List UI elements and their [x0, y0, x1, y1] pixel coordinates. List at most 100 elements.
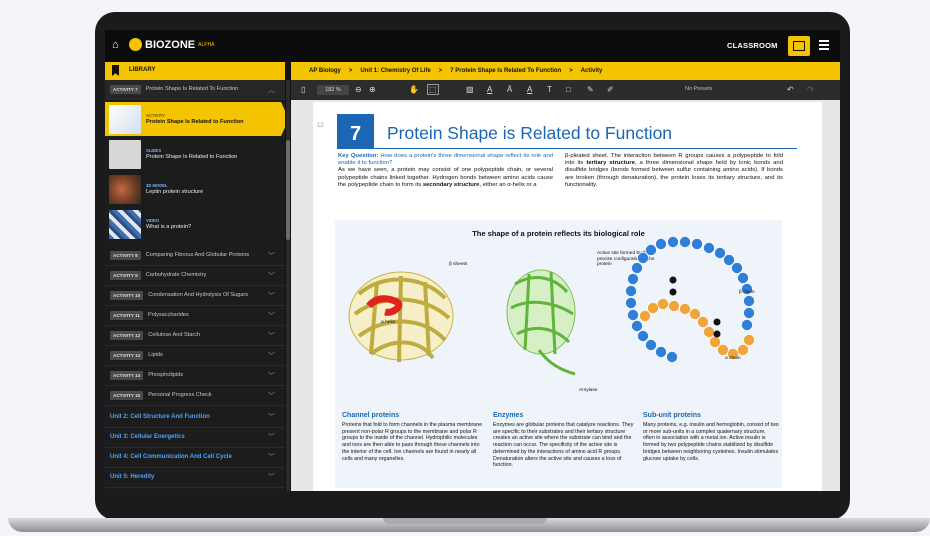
chevron-down-icon[interactable]: ﹀ — [268, 311, 275, 321]
channel-protein-illustration — [348, 271, 454, 363]
eraser-icon[interactable]: ▨ — [466, 84, 474, 95]
zoom-in-icon[interactable]: ⊕ — [369, 84, 376, 95]
unit-title: Unit 5: Heredity — [110, 474, 155, 480]
sidebar-activity-open[interactable]: ACTIVITY 7 Protein Shape Is Related To F… — [105, 80, 285, 100]
intro-right-column: β-pleated sheet. The interaction between… — [565, 153, 783, 189]
app-logo[interactable]: BIOZONE ALPHA — [129, 38, 215, 51]
section-heading: Channel proteins — [342, 412, 400, 419]
scrollbar-thumb[interactable] — [286, 140, 290, 240]
presets-label[interactable]: No Presets — [685, 86, 712, 92]
chevron-down-icon[interactable]: ﹀ — [268, 291, 275, 301]
chevron-down-icon[interactable]: ﹀ — [268, 351, 275, 361]
section-text: Enzymes are globular proteins that catal… — [493, 422, 634, 469]
library-sidebar: ACTIVITY 7 Protein Shape Is Related To F… — [105, 80, 285, 491]
chevron-down-icon[interactable]: ﹀ — [268, 432, 275, 442]
resource-item-activity[interactable]: ACTIVITY Protein Shape Is Related to Fun… — [105, 102, 281, 136]
pen-tool-icon[interactable]: ✎ — [587, 84, 594, 95]
key-question-label: Key Question: — [338, 153, 379, 159]
unit-title: Unit 3: Cellular Energetics — [110, 434, 185, 440]
breadcrumb-course[interactable]: AP Biology — [309, 68, 341, 74]
chevron-down-icon[interactable]: ﹀ — [268, 452, 275, 462]
activity-title: Cellulose And Starch — [148, 332, 201, 339]
hamburger-menu-icon[interactable] — [819, 40, 829, 52]
resource-item-video[interactable]: VIDEO What is a protein? — [105, 207, 281, 241]
undo-icon[interactable]: ↶ — [787, 84, 794, 95]
chevron-down-icon[interactable]: ﹀ — [268, 331, 275, 341]
amylase-illustration — [506, 269, 576, 376]
page-icon[interactable]: ▯ — [301, 84, 305, 95]
unit-title: Unit 4: Cell Communication And Cell Cycl… — [110, 454, 232, 460]
resource-type: 3D MODEL — [146, 183, 168, 188]
activity-title: Condensation And Hydrolysis Of Sugars — [148, 292, 249, 299]
resource-type: SLIDES — [146, 148, 162, 153]
select-tool-icon[interactable]: ⬚ — [427, 84, 439, 95]
activity-title: Polysaccharides — [147, 312, 189, 319]
activity-badge: ACTIVITY 15 — [110, 391, 144, 400]
top-bar: ⌂ BIOZONE ALPHA CLASSROOM — [105, 30, 840, 62]
chevron-down-icon[interactable]: ﹀ — [268, 412, 275, 422]
sidebar-activity-8[interactable]: ACTIVITY 8 Comparing Fibrous And Globula… — [105, 246, 285, 266]
zoom-out-icon[interactable]: ⊖ — [355, 84, 362, 95]
resource-item-3d-model[interactable]: 3D MODEL Leptin protein structure — [105, 172, 281, 206]
chevron-down-icon[interactable]: ﹀ — [268, 251, 275, 261]
resource-type: VIDEO — [146, 218, 160, 223]
app-name: BIOZONE — [145, 38, 196, 51]
beta-sheets-label: β sheets — [449, 262, 468, 267]
chevron-up-icon[interactable]: ︿ — [268, 85, 275, 95]
resource-name: Protein Shape Is Related to Function — [146, 154, 238, 160]
chevron-right-icon: > — [438, 68, 443, 74]
sidebar-unit-5[interactable]: Unit 5: Heredity ﹀ — [105, 467, 285, 488]
text-color-icon[interactable]: A — [487, 84, 492, 95]
text-highlight-icon[interactable]: A — [527, 84, 532, 95]
activity-title: Personal Progress Check — [148, 392, 212, 399]
sidebar-activity-12[interactable]: ACTIVITY 12 Cellulose And Starch ﹀ — [105, 326, 285, 346]
sidebar-activity-11[interactable]: ACTIVITY 11 Polysaccharides ﹀ — [105, 306, 285, 326]
activity-title: Comparing Fibrous And Globular Proteins — [145, 252, 250, 259]
resource-name: Protein Shape Is Related to Function — [146, 119, 244, 125]
redo-icon[interactable]: ↷ — [807, 84, 814, 95]
text-size-icon[interactable]: Ā — [507, 84, 512, 95]
activity-number: 7 — [337, 114, 374, 149]
library-toggle-button[interactable] — [788, 36, 810, 56]
breadcrumb-activity[interactable]: Activity — [581, 68, 603, 74]
model-thumbnail — [109, 174, 141, 204]
insulin-chains-illustration — [625, 236, 755, 363]
classroom-button[interactable]: CLASSROOM — [727, 41, 778, 50]
sidebar-activity-15[interactable]: ACTIVITY 15 Personal Progress Check ﹀ — [105, 386, 285, 406]
resource-name: Leptin protein structure — [146, 189, 204, 195]
library-label: LIBRARY — [129, 67, 156, 73]
section-text: Many proteins, e.g. insulin and hemoglob… — [643, 422, 779, 462]
hand-tool-icon[interactable]: ✋ — [409, 84, 419, 95]
home-icon[interactable]: ⌂ — [112, 39, 124, 51]
chevron-down-icon[interactable]: ﹀ — [268, 472, 275, 482]
sidebar-scrollbar[interactable] — [286, 80, 290, 491]
sidebar-unit-4[interactable]: Unit 4: Cell Communication And Cell Cycl… — [105, 447, 285, 468]
sidebar-unit-3[interactable]: Unit 3: Cellular Energetics ﹀ — [105, 427, 285, 448]
selected-indicator — [281, 102, 285, 136]
sidebar-unit-2[interactable]: Unit 2: Cell Structure And Function ﹀ — [105, 407, 285, 428]
highlighter-icon[interactable]: ✐ — [607, 84, 614, 95]
amylase-label: Amylase — [579, 388, 598, 393]
chevron-down-icon[interactable]: ﹀ — [268, 271, 275, 281]
app-screen: ⌂ BIOZONE ALPHA CLASSROOM LIBRARY AP Bio… — [105, 30, 840, 491]
breadcrumb-unit[interactable]: Unit 1: Chemistry Of Life — [360, 68, 430, 74]
sidebar-activity-9[interactable]: ACTIVITY 9 Carbohydrate Chemistry ﹀ — [105, 266, 285, 286]
activity-badge: ACTIVITY 10 — [110, 291, 144, 300]
activity-badge: ACTIVITY 8 — [110, 251, 141, 260]
sidebar-activity-13[interactable]: ACTIVITY 13 Lipids ﹀ — [105, 346, 285, 366]
rectangle-tool-icon[interactable]: □ — [566, 84, 571, 95]
sidebar-activity-10[interactable]: ACTIVITY 10 Condensation And Hydrolysis … — [105, 286, 285, 306]
app-tag: ALPHA — [198, 41, 215, 48]
breadcrumb-topic[interactable]: 7 Protein Shape Is Related To Function — [450, 68, 561, 74]
section-heading: Enzymes — [493, 412, 524, 419]
book-icon — [793, 41, 805, 51]
chevron-down-icon[interactable]: ﹀ — [268, 371, 275, 381]
sidebar-activity-14[interactable]: ACTIVITY 14 Phospholipids ﹀ — [105, 366, 285, 386]
text-tool-icon[interactable]: T — [547, 84, 552, 95]
document-viewer: 12 7 Protein Shape is Related to Functio… — [291, 100, 840, 491]
intro-text-left-end: , either an α-helix or a — [479, 181, 537, 188]
chevron-down-icon[interactable]: ﹀ — [268, 391, 275, 401]
page-number: 12 — [317, 123, 324, 129]
resource-item-slides[interactable]: SLIDES Protein Shape Is Related to Funct… — [105, 137, 281, 171]
zoom-select[interactable]: 182 % — [317, 85, 349, 95]
